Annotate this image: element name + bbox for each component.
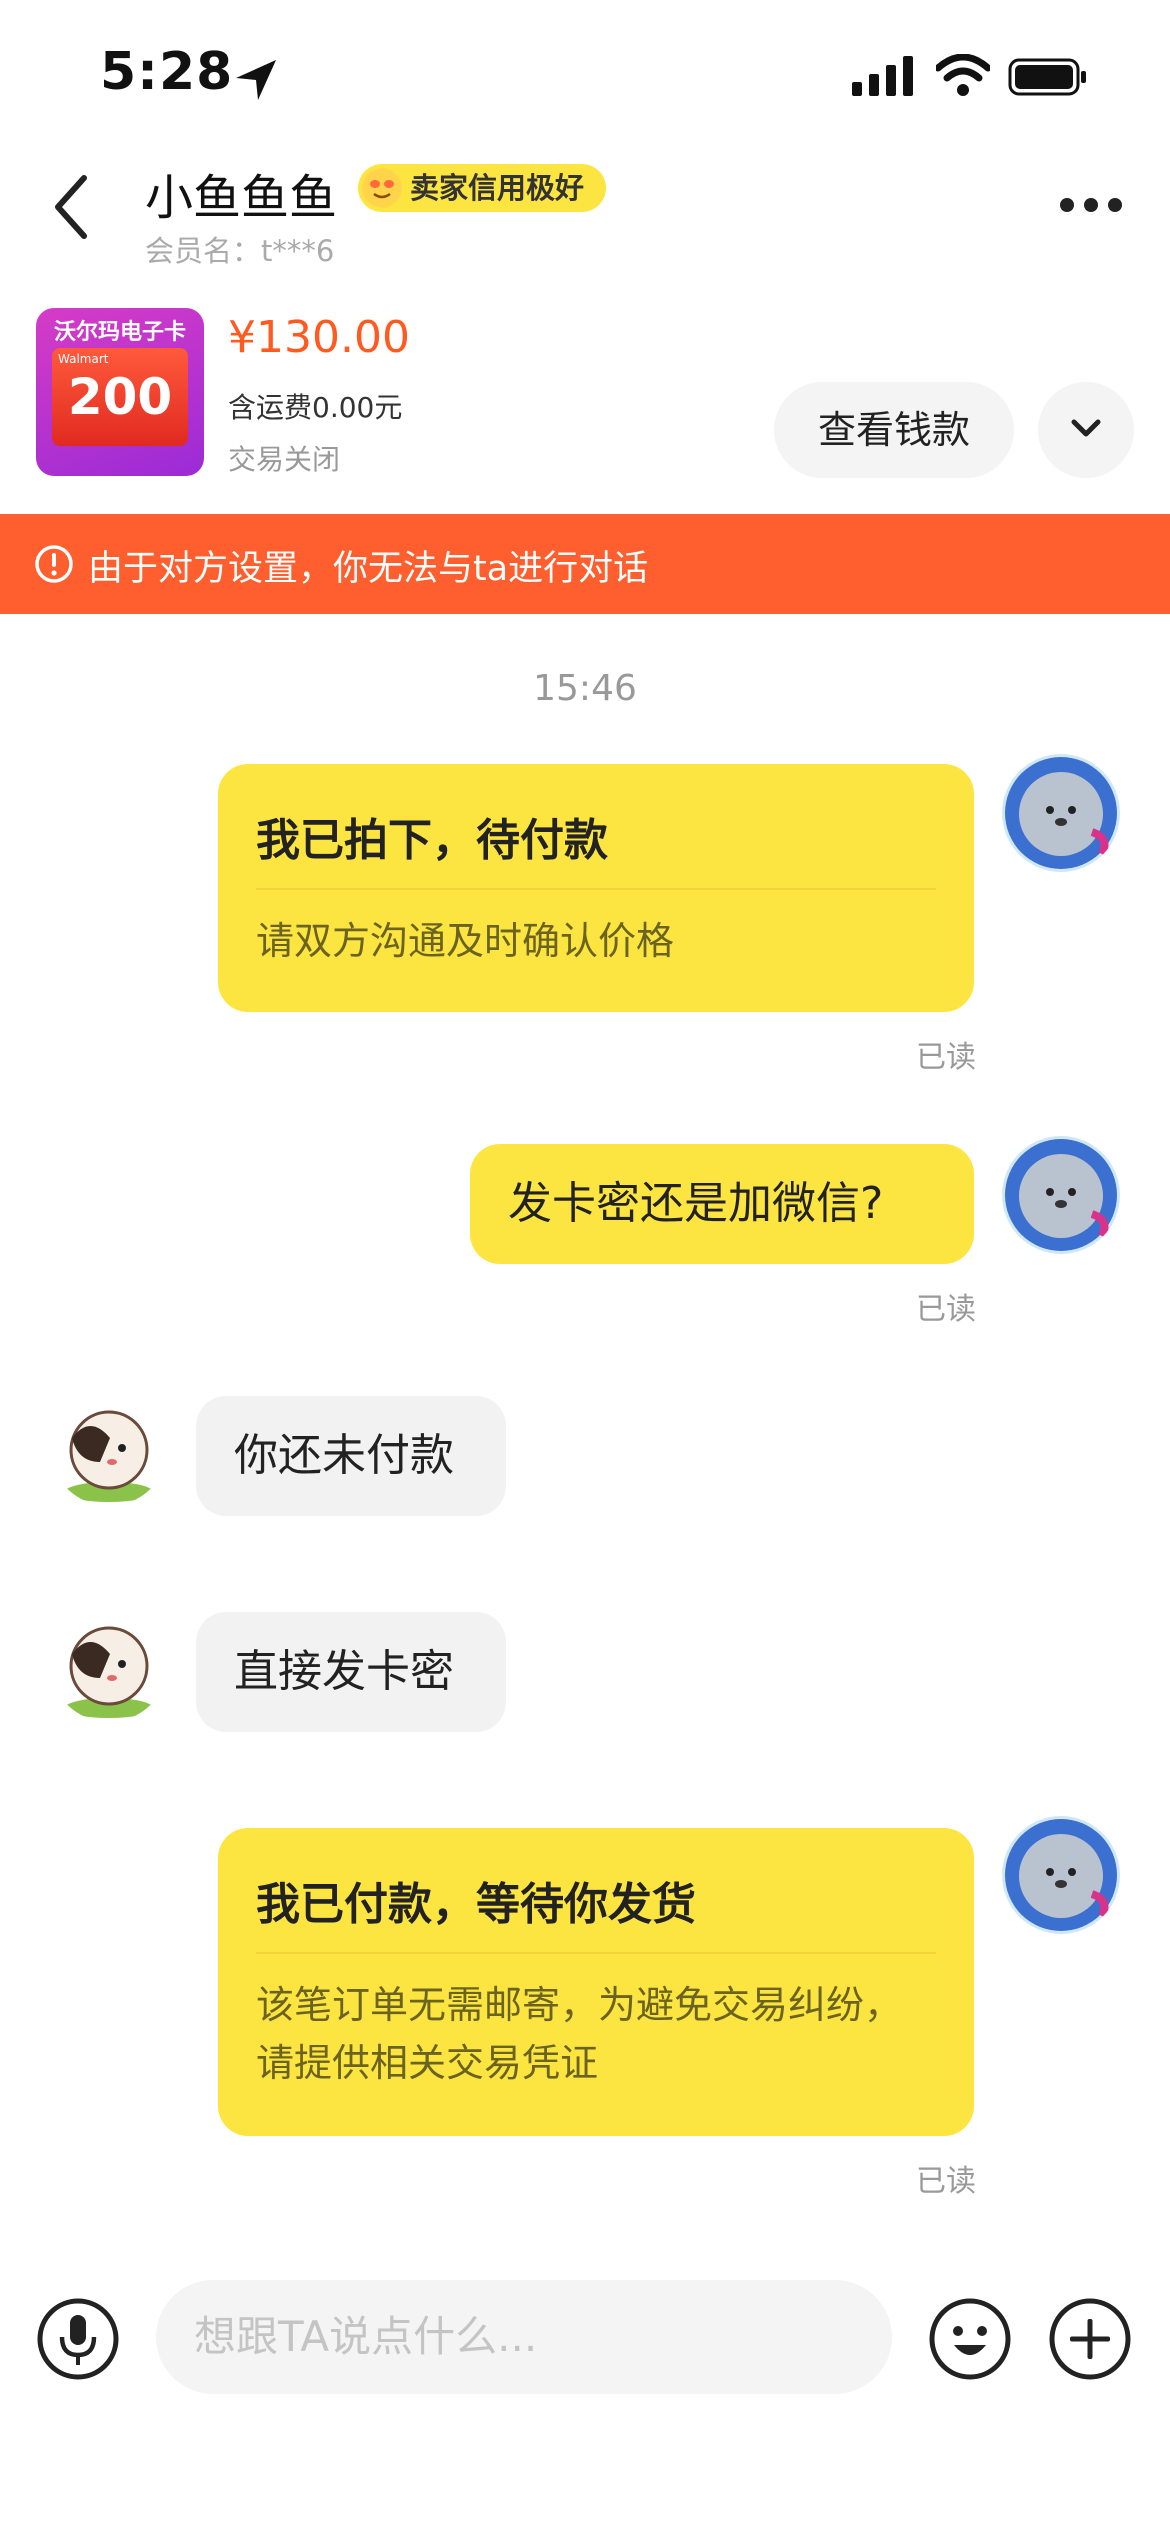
message-input[interactable]: 想跟TA说点什么...	[156, 2280, 892, 2394]
wifi-icon	[936, 54, 990, 96]
card-divider	[256, 888, 936, 890]
partner-avatar[interactable]	[50, 1388, 168, 1506]
outgoing-message[interactable]: 发卡密还是加微信?	[470, 1144, 974, 1264]
shipping-fee: 含运费0.00元	[228, 391, 403, 424]
view-money-button[interactable]: 查看钱款	[774, 382, 1014, 478]
product-price: ¥130.00	[228, 312, 410, 363]
card-title: 我已付款，等待你发货	[256, 1879, 696, 1930]
gift-card-graphic: Walmart 200	[52, 348, 188, 446]
chat-timestamp: 15:46	[533, 668, 637, 709]
status-time: 5:28	[100, 42, 234, 102]
more-options-icon[interactable]	[1058, 196, 1124, 214]
gift-card-brand: Walmart	[58, 352, 109, 366]
partner-avatar[interactable]	[50, 1604, 168, 1722]
read-receipt: 已读	[916, 1292, 976, 1327]
emoji-icon[interactable]	[928, 2297, 1012, 2381]
status-bar: 5:28	[0, 0, 1170, 150]
card-title: 我已拍下，待付款	[256, 815, 608, 866]
alert-circle-icon	[35, 545, 73, 583]
order-status-card[interactable]: 我已拍下，待付款 请双方沟通及时确认价格	[218, 764, 974, 1012]
incoming-message[interactable]: 直接发卡密	[196, 1612, 506, 1732]
microphone-icon[interactable]	[36, 2297, 120, 2381]
order-status-card[interactable]: 我已付款，等待你发货 该笔订单无需邮寄，为避免交易纠纷，请提供相关交易凭证	[218, 1828, 974, 2136]
my-avatar[interactable]	[1002, 754, 1120, 872]
cellular-signal-icon	[852, 56, 913, 96]
plus-icon[interactable]	[1048, 2297, 1132, 2381]
gift-card-value: 200	[67, 368, 173, 426]
credit-badge: 卖家信用极好	[358, 164, 607, 212]
card-description: 请双方沟通及时确认价格	[256, 919, 675, 963]
my-avatar[interactable]	[1002, 1816, 1120, 1934]
chat-partner-name: 小鱼鱼鱼	[145, 170, 338, 226]
card-divider	[256, 1952, 936, 1954]
member-name: 会员名：t***6	[145, 234, 335, 268]
expand-button[interactable]	[1038, 382, 1134, 478]
read-receipt: 已读	[916, 1040, 976, 1075]
smile-emoji-icon	[362, 168, 402, 208]
my-avatar[interactable]	[1002, 1136, 1120, 1254]
credit-badge-label: 卖家信用极好	[410, 171, 585, 205]
restriction-banner: 由于对方设置，你无法与ta进行对话	[0, 514, 1170, 614]
banner-text: 由于对方设置，你无法与ta进行对话	[88, 549, 649, 589]
read-receipt: 已读	[916, 2164, 976, 2199]
battery-icon	[1008, 58, 1086, 96]
trade-status: 交易关闭	[228, 443, 341, 476]
product-image[interactable]: 沃尔玛电子卡 Walmart 200	[36, 308, 204, 476]
card-description: 该笔订单无需邮寄，为避免交易纠纷，请提供相关交易凭证	[256, 1983, 903, 2085]
location-arrow-icon	[236, 60, 276, 100]
back-icon[interactable]	[50, 172, 90, 242]
chevron-down-icon	[1071, 419, 1101, 437]
incoming-message[interactable]: 你还未付款	[196, 1396, 506, 1516]
product-image-title: 沃尔玛电子卡	[53, 320, 186, 345]
